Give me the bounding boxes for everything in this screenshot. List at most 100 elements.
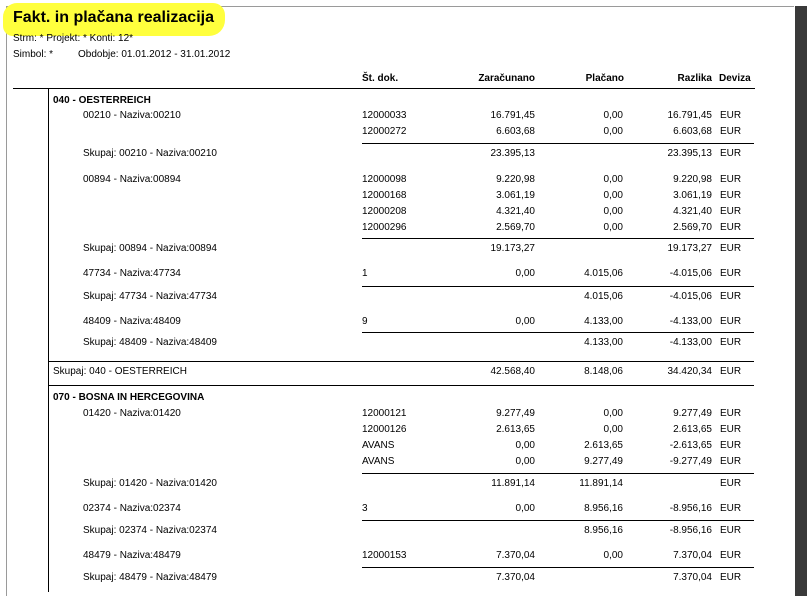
document-number: 1	[362, 268, 368, 279]
currency-code: EUR	[720, 316, 742, 327]
difference-amount: 7.370,04	[673, 572, 712, 583]
difference-amount: 6.603,68	[673, 126, 712, 137]
subtotal-label: Skupaj: 48409 - Naziva:48409	[83, 337, 217, 348]
currency-code: EUR	[720, 456, 742, 467]
invoiced-amount: 7.370,04	[496, 550, 535, 561]
subtotal-rule	[362, 143, 754, 144]
report-title: Fakt. in plačana realizacija	[13, 9, 214, 26]
column-header-paid: Plačano	[585, 73, 624, 84]
subtotal-label: Skupaj: 00210 - Naziva:00210	[83, 148, 217, 159]
difference-amount: 9.220,98	[673, 174, 712, 185]
customer-label: 48479 - Naziva:48479	[83, 550, 181, 561]
invoiced-amount: 0,00	[515, 456, 535, 467]
paid-amount: 0,00	[603, 222, 623, 233]
group-total-bottom-rule	[48, 385, 754, 386]
invoiced-amount: 0,00	[515, 316, 535, 327]
difference-amount: 2.569,70	[673, 222, 712, 233]
invoiced-amount: 19.173,27	[490, 243, 536, 254]
document-number: 12000153	[362, 550, 407, 561]
paid-amount: 0,00	[603, 174, 623, 185]
currency-code: EUR	[720, 190, 742, 201]
difference-amount: 3.061,19	[673, 190, 712, 201]
document-number: 9	[362, 316, 368, 327]
invoiced-amount: 23.395,13	[490, 148, 536, 159]
group-heading: 070 - BOSNA IN HERCEGOVINA	[53, 392, 205, 403]
currency-code: EUR	[720, 503, 742, 514]
difference-amount: 2.613,65	[673, 424, 712, 435]
paid-amount: 4.015,06	[584, 268, 623, 279]
header-rule	[13, 88, 755, 89]
difference-amount: -4.015,06	[669, 268, 712, 279]
paid-amount: 8.956,16	[584, 503, 623, 514]
customer-label: 01420 - Naziva:01420	[83, 408, 181, 419]
customer-label: 00210 - Naziva:00210	[83, 110, 181, 121]
document-number: 12000168	[362, 190, 407, 201]
paid-amount: 0,00	[603, 126, 623, 137]
column-header-invoiced: Zaračunano	[478, 73, 535, 84]
filter-period: Obdobje: 01.01.2012 - 31.01.2012	[78, 49, 231, 60]
difference-amount: -9.277,49	[669, 456, 712, 467]
subtotal-label: Skupaj: 02374 - Naziva:02374	[83, 525, 217, 536]
paid-amount: 2.613,65	[584, 440, 623, 451]
subtotal-rule	[362, 520, 754, 521]
currency-code: EUR	[720, 366, 742, 377]
document-number: 12000272	[362, 126, 407, 137]
invoiced-amount: 42.568,40	[490, 366, 536, 377]
currency-code: EUR	[720, 268, 742, 279]
currency-code: EUR	[720, 408, 742, 419]
invoiced-amount: 0,00	[515, 440, 535, 451]
subtotal-rule	[362, 473, 754, 474]
filter-simbol: Simbol: *	[13, 49, 54, 60]
currency-code: EUR	[720, 126, 742, 137]
paid-amount: 11.891,14	[579, 478, 623, 489]
difference-amount: 7.370,04	[673, 550, 712, 561]
difference-amount: -2.613,65	[669, 440, 712, 451]
column-header-doc: Št. dok.	[362, 73, 399, 84]
currency-code: EUR	[720, 291, 742, 302]
invoiced-amount: 16.791,45	[490, 110, 536, 121]
difference-amount: 9.277,49	[673, 408, 712, 419]
currency-code: EUR	[720, 206, 742, 217]
invoiced-amount: 2.569,70	[496, 222, 535, 233]
subtotal-rule	[362, 238, 754, 239]
currency-code: EUR	[720, 222, 742, 233]
column-header-difference: Razlika	[677, 73, 712, 84]
subtotal-rule	[362, 567, 754, 568]
currency-code: EUR	[720, 478, 742, 489]
invoiced-amount: 9.220,98	[496, 174, 535, 185]
difference-amount: -8.956,16	[669, 503, 712, 514]
currency-code: EUR	[720, 440, 742, 451]
difference-amount: -4.133,00	[669, 337, 712, 348]
invoiced-amount: 3.061,19	[496, 190, 535, 201]
difference-amount: -8.956,16	[669, 525, 712, 536]
currency-code: EUR	[720, 337, 742, 348]
column-header-currency: Deviza	[719, 73, 751, 84]
subtotal-rule	[362, 286, 754, 287]
filter-line: Strm: * Projekt: * Konti: 12*	[13, 33, 134, 44]
document-number: 12000033	[362, 110, 407, 121]
paid-amount: 0,00	[603, 110, 623, 121]
document-number: AVANS	[362, 456, 395, 467]
group-total-rule	[48, 361, 754, 362]
currency-code: EUR	[720, 174, 742, 185]
currency-code: EUR	[720, 110, 742, 121]
subtotal-rule	[362, 332, 754, 333]
document-number: AVANS	[362, 440, 395, 451]
subtotal-label: Skupaj: 48479 - Naziva:48479	[83, 572, 217, 583]
currency-code: EUR	[720, 572, 742, 583]
document-number: 12000296	[362, 222, 407, 233]
subtotal-label: Skupaj: 00894 - Naziva:00894	[83, 243, 217, 254]
difference-amount: 16.791,45	[667, 110, 713, 121]
difference-amount: 34.420,34	[667, 366, 713, 377]
document-number: 12000121	[362, 408, 407, 419]
currency-code: EUR	[720, 243, 742, 254]
subtotal-label: Skupaj: 01420 - Naziva:01420	[83, 478, 217, 489]
group-vertical-rule	[48, 88, 49, 592]
difference-amount: 23.395,13	[667, 148, 713, 159]
paid-amount: 8.956,16	[584, 525, 623, 536]
document-number: 12000126	[362, 424, 407, 435]
invoiced-amount: 6.603,68	[496, 126, 535, 137]
paid-amount: 4.133,00	[584, 316, 623, 327]
paid-amount: 4.015,06	[584, 291, 623, 302]
currency-code: EUR	[720, 550, 742, 561]
